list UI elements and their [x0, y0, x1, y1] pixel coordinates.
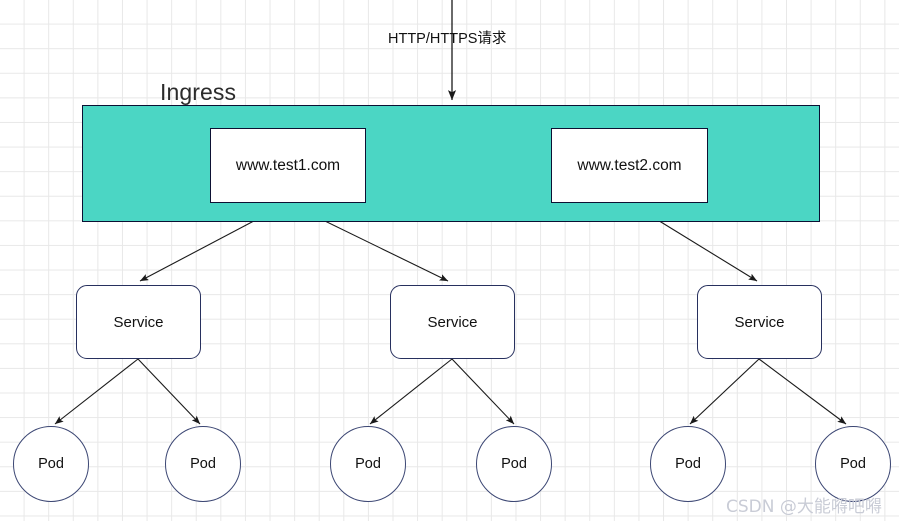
service-box-3-label: Service [734, 313, 785, 331]
pod-circle-1-label: Pod [38, 456, 64, 472]
edge-service2-to-pod4 [451, 358, 515, 425]
pod-circle-3[interactable]: Pod [330, 426, 406, 502]
pod-circle-3-label: Pod [355, 456, 381, 472]
service-box-1-label: Service [113, 313, 164, 331]
edge-service2-to-pod3 [369, 358, 453, 425]
entry-arrow-label: HTTP/HTTPS请求 [388, 31, 507, 47]
edge-service1-to-pod1 [54, 358, 139, 425]
service-box-3[interactable]: Service [697, 285, 822, 359]
pod-circle-2-label: Pod [190, 456, 216, 472]
host-box-test1[interactable]: www.test1.com [210, 128, 366, 203]
pod-circle-2[interactable]: Pod [165, 426, 241, 502]
pod-circle-5-label: Pod [675, 456, 701, 472]
pod-circle-5[interactable]: Pod [650, 426, 726, 502]
service-box-1[interactable]: Service [76, 285, 201, 359]
pod-circle-6-label: Pod [840, 456, 866, 472]
pod-circle-4-label: Pod [501, 456, 527, 472]
ingress-bar [82, 105, 820, 222]
ingress-title: Ingress [160, 79, 237, 105]
service-box-2[interactable]: Service [390, 285, 515, 359]
host-box-test2[interactable]: www.test2.com [551, 128, 708, 203]
host-box-test2-label: www.test2.com [577, 156, 682, 174]
edge-service3-to-pod6 [758, 358, 847, 425]
pod-circle-4[interactable]: Pod [476, 426, 552, 502]
diagram-canvas: HTTP/HTTPS请求 Ingress www.test1.com www.t… [0, 0, 899, 521]
pod-circle-6[interactable]: Pod [815, 426, 891, 502]
edge-layer [54, 0, 847, 425]
service-box-2-label: Service [427, 313, 478, 331]
csdn-watermark: CSDN @大能嘚吧嘚 [726, 497, 882, 517]
edge-service3-to-pod5 [689, 358, 760, 425]
edge-service1-to-pod2 [137, 358, 201, 425]
host-box-test1-label: www.test1.com [235, 156, 341, 174]
pod-circle-1[interactable]: Pod [13, 426, 89, 502]
